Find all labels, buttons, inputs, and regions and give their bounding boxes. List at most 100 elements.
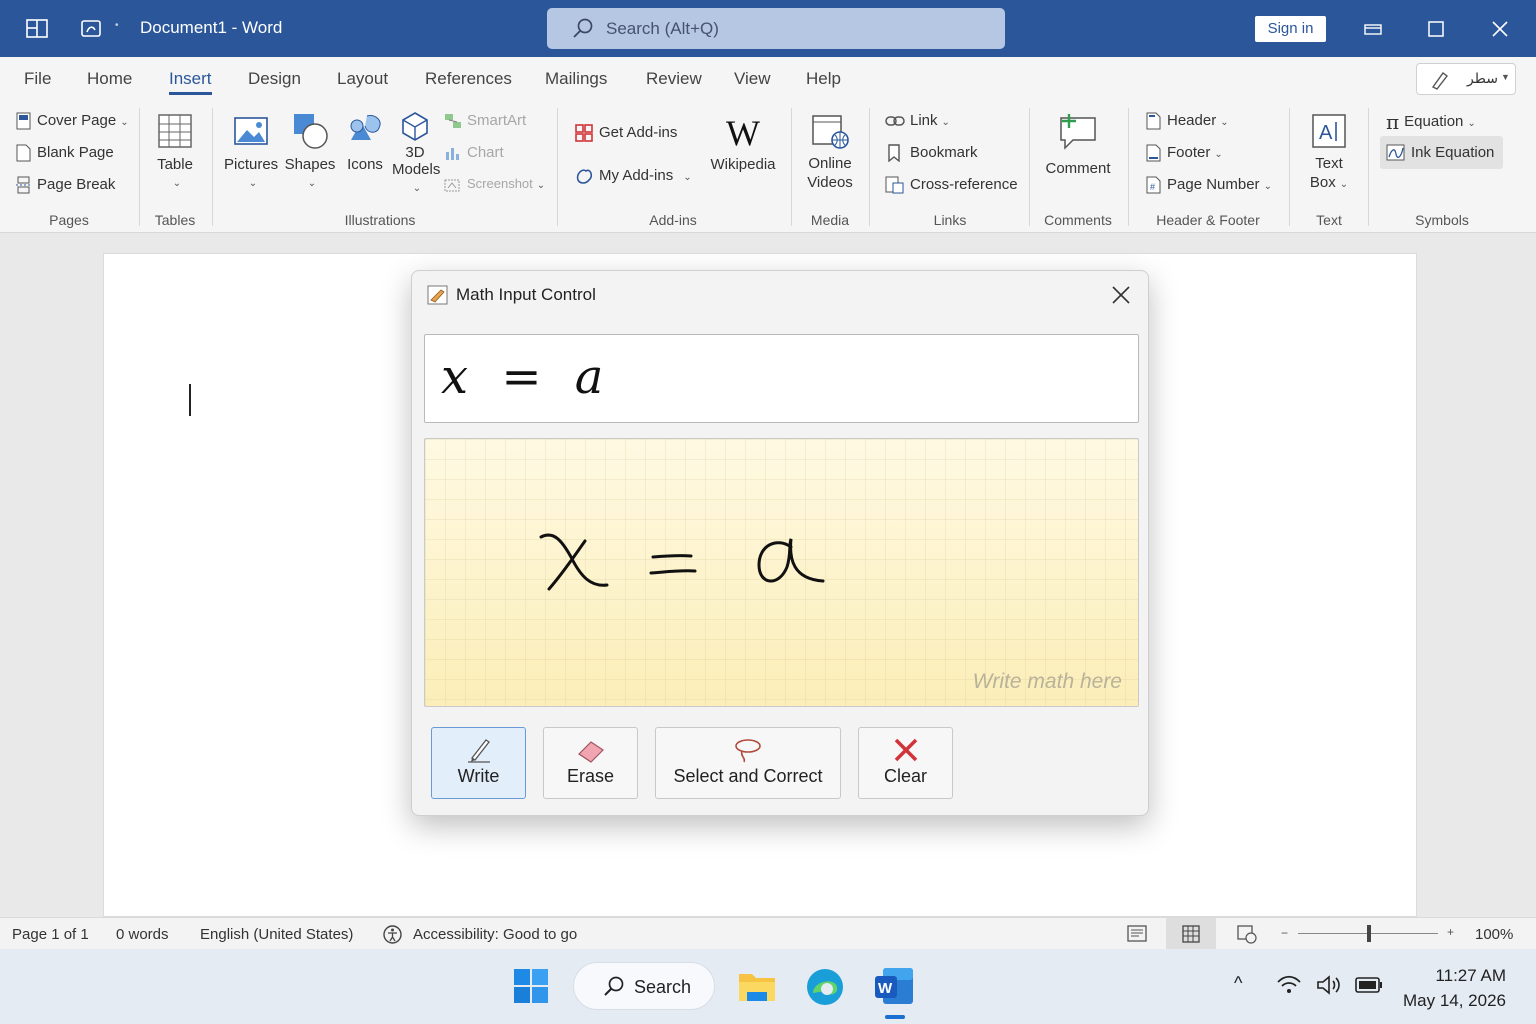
clear-button[interactable]: Clear <box>858 727 953 799</box>
zoom-out-icon[interactable]: − <box>1281 926 1288 940</box>
tab-insert[interactable]: Insert <box>169 69 212 89</box>
focus-mode-icon[interactable] <box>1126 924 1148 944</box>
windows-start-icon[interactable] <box>513 968 549 1004</box>
link-button[interactable]: Link ⌄ <box>885 112 950 130</box>
online-videos-label-2: Videos <box>807 174 853 191</box>
touch-mode-icon[interactable] <box>79 16 105 42</box>
tab-view[interactable]: View <box>734 69 771 89</box>
cross-reference-button[interactable]: Cross-reference <box>885 176 1018 194</box>
smartart-label: SmartArt <box>467 112 527 129</box>
close-icon[interactable] <box>1109 283 1133 307</box>
blank-page-label: Blank Page <box>37 144 114 161</box>
table-button[interactable]: Table ⌄ <box>150 112 200 190</box>
ribbon-tabs: File Home Insert Design Layout Reference… <box>0 57 1536 100</box>
comment-button[interactable]: Comment <box>1040 112 1116 177</box>
ink-equation-icon <box>1386 144 1405 161</box>
math-input-dialog: Math Input Control x = a Write math here… <box>411 270 1149 816</box>
accessibility-icon[interactable] <box>382 924 403 945</box>
3d-models-label-2: Models <box>392 161 441 178</box>
get-addins-button[interactable]: Get Add-ins <box>574 123 677 143</box>
print-layout-icon <box>1182 925 1200 943</box>
equation-preview[interactable]: x = a <box>424 334 1139 423</box>
smartart-button[interactable]: SmartArt <box>444 112 526 129</box>
screenshot-button[interactable]: Screenshot ⌄ <box>444 176 545 193</box>
tab-help[interactable]: Help <box>806 69 841 89</box>
header-button[interactable]: Header ⌄ <box>1146 112 1229 130</box>
qat-dropdown-icon[interactable]: • <box>115 20 119 31</box>
page-number-button[interactable]: # Page Number ⌄ <box>1146 176 1272 194</box>
group-separator <box>1128 108 1129 226</box>
print-layout-active[interactable] <box>1166 918 1216 949</box>
page-number-label: Page Number <box>1167 176 1260 193</box>
3d-models-button[interactable]: 3D Models ⌄ <box>392 110 441 197</box>
equation-button[interactable]: π Equation ⌄ <box>1386 110 1476 134</box>
text-cursor <box>189 384 191 416</box>
page-count-status[interactable]: Page 1 of 1 <box>12 926 89 943</box>
battery-icon[interactable] <box>1354 975 1384 995</box>
pi-icon: π <box>1386 110 1400 134</box>
tab-review[interactable]: Review <box>646 69 702 89</box>
tab-design[interactable]: Design <box>248 69 301 89</box>
volume-icon[interactable] <box>1315 973 1343 997</box>
writing-pad[interactable]: Write math here <box>424 438 1139 707</box>
language-status[interactable]: English (United States) <box>200 926 353 943</box>
chevron-up-icon[interactable]: ^ <box>1234 973 1242 994</box>
search-icon <box>573 18 593 38</box>
tab-home[interactable]: Home <box>87 69 132 89</box>
my-addins-icon <box>576 169 593 184</box>
file-explorer-icon[interactable] <box>737 968 777 1004</box>
bookmark-icon <box>888 144 900 163</box>
zoom-in-icon[interactable]: + <box>1447 925 1454 939</box>
blank-page-button[interactable]: Blank Page <box>16 144 114 162</box>
chevron-down-icon: ⌄ <box>941 117 950 128</box>
cover-page-button[interactable]: Cover Page ⌄ <box>16 112 129 130</box>
my-addins-button[interactable]: My Add-ins ⌄ <box>574 166 692 186</box>
zoom-level[interactable]: 100% <box>1475 926 1513 943</box>
page-break-button[interactable]: Page Break <box>16 176 115 194</box>
icons-button[interactable]: Icons <box>342 112 388 173</box>
chart-button[interactable]: Chart <box>444 144 504 161</box>
chevron-down-icon: ⌄ <box>683 171 692 183</box>
chevron-down-icon: ▼ <box>1501 72 1510 82</box>
word-app-icon[interactable]: W <box>873 966 915 1006</box>
ribbon-display-options-icon[interactable] <box>1358 14 1388 44</box>
write-button[interactable]: Write <box>431 727 526 799</box>
editor-button[interactable]: سطر ▼ <box>1416 63 1516 95</box>
text-box-button[interactable]: A Text Box ⌄ <box>1300 112 1358 194</box>
shapes-button[interactable]: Shapes ⌄ <box>284 112 336 190</box>
search-icon <box>604 976 624 996</box>
active-tab-indicator <box>169 92 212 95</box>
edge-browser-icon[interactable] <box>805 967 845 1007</box>
sign-in-button[interactable]: Sign in <box>1255 16 1326 42</box>
pencil-icon <box>467 739 490 763</box>
erase-button[interactable]: Erase <box>543 727 638 799</box>
bookmark-button[interactable]: Bookmark <box>885 144 978 163</box>
tab-mailings[interactable]: Mailings <box>545 69 607 89</box>
autosave-layout-icon[interactable] <box>24 16 50 42</box>
tab-file[interactable]: File <box>24 69 51 89</box>
pictures-button[interactable]: Pictures ⌄ <box>224 112 278 190</box>
group-label-illustrations: Illustrations <box>344 212 416 228</box>
group-separator <box>869 108 870 226</box>
select-and-correct-button[interactable]: Select and Correct <box>655 727 841 799</box>
system-clock[interactable]: 11:27 AM May 14, 2026 <box>1403 963 1506 1013</box>
link-label: Link <box>910 112 938 129</box>
web-layout-icon[interactable] <box>1236 924 1258 944</box>
online-videos-button[interactable]: Online Videos <box>800 112 860 192</box>
zoom-slider-thumb[interactable] <box>1367 925 1371 942</box>
taskbar-search[interactable]: Search <box>573 962 715 1010</box>
dialog-title: Math Input Control <box>456 285 596 304</box>
tab-references[interactable]: References <box>425 69 512 89</box>
wifi-icon[interactable] <box>1276 973 1302 997</box>
maximize-icon[interactable] <box>1421 14 1451 44</box>
wikipedia-button[interactable]: W Wikipedia <box>708 112 778 173</box>
search-box[interactable]: Search (Alt+Q) <box>547 8 1005 49</box>
tab-layout[interactable]: Layout <box>337 69 388 89</box>
close-window-icon[interactable] <box>1485 14 1515 44</box>
ink-equation-button[interactable]: Ink Equation <box>1386 144 1494 162</box>
word-count-status[interactable]: 0 words <box>116 926 169 943</box>
footer-button[interactable]: Footer ⌄ <box>1146 144 1223 162</box>
online-videos-label-1: Online <box>808 155 852 172</box>
write-math-hint: Write math here <box>972 670 1122 693</box>
accessibility-status[interactable]: Accessibility: Good to go <box>413 926 577 943</box>
